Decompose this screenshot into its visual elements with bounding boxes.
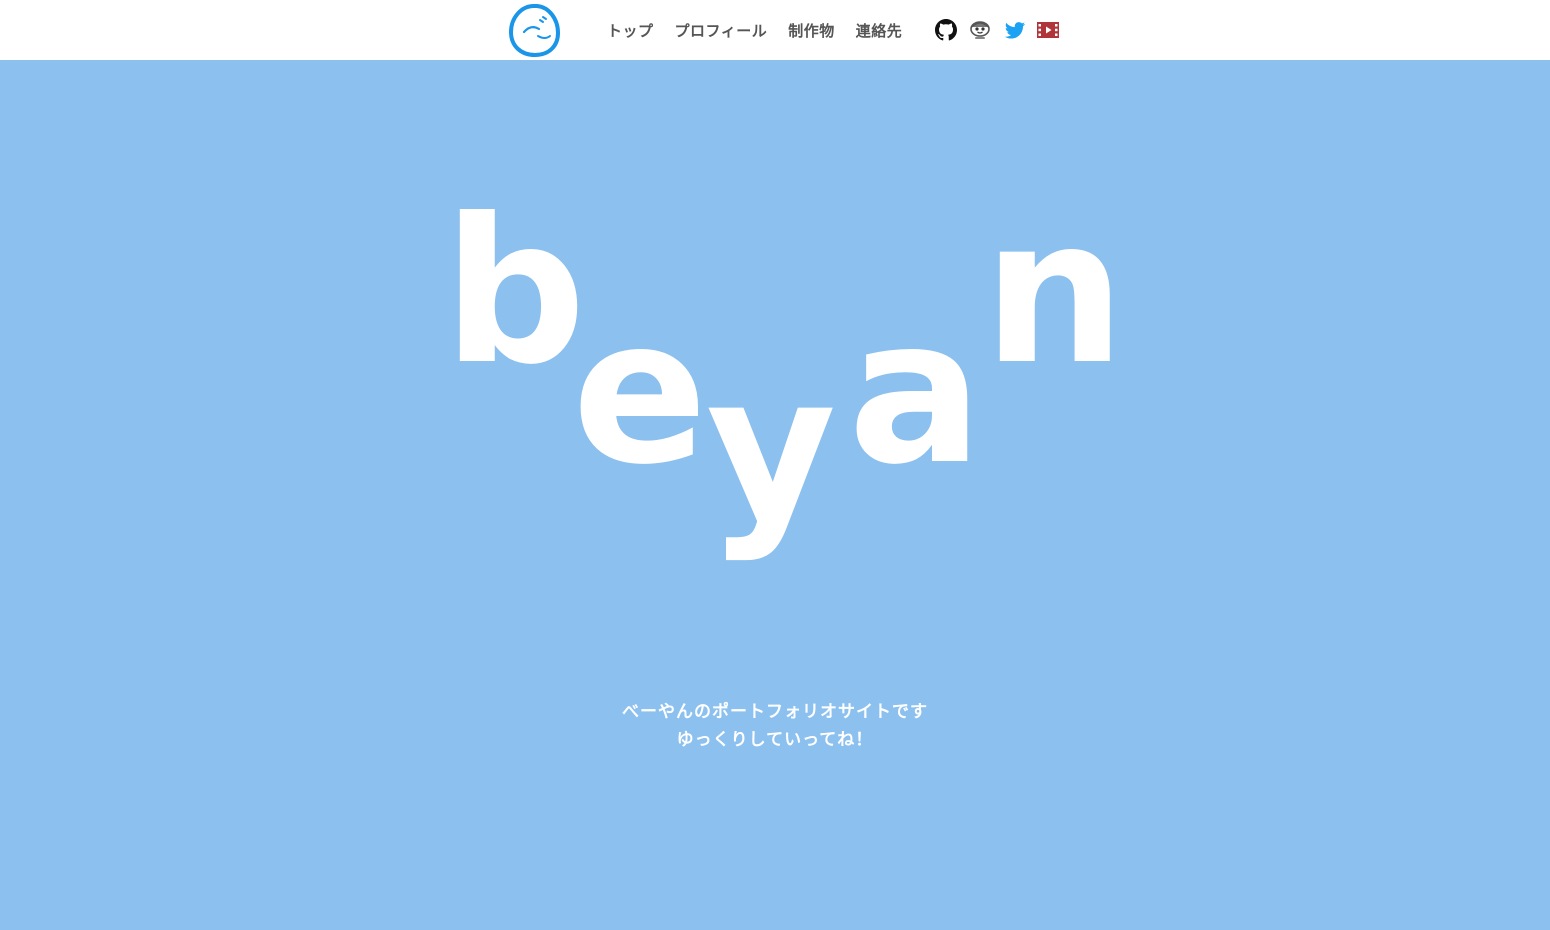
github-link[interactable] (935, 18, 957, 42)
tagline: べーやんのポートフォリオサイトです ゆっくりしていってね！ (0, 698, 1550, 754)
hero-letter-e: e (572, 276, 708, 509)
nav-top[interactable]: トップ (607, 20, 654, 41)
nav-contact[interactable]: 連絡先 (856, 20, 903, 41)
face-logo-icon[interactable] (507, 2, 563, 58)
twitter-link[interactable] (1004, 18, 1026, 42)
video-link[interactable] (1037, 18, 1059, 42)
mascot-icon (970, 21, 990, 39)
hero-letter-n: n (983, 176, 1126, 409)
hero-letter-y: y (706, 332, 837, 565)
main-nav: トップ プロフィール 制作物 連絡先 (607, 19, 902, 41)
twitter-icon (1004, 22, 1026, 39)
nav-works[interactable]: 制作物 (788, 20, 835, 41)
tagline-line-1: べーやんのポートフォリオサイトです (622, 702, 928, 722)
github-icon (935, 19, 957, 41)
hero-letter-b: b (443, 176, 587, 409)
nav-profile[interactable]: プロフィール (675, 20, 768, 41)
video-icon (1037, 22, 1059, 38)
site-header: トップ プロフィール 制作物 連絡先 (0, 0, 1550, 60)
mascot-link[interactable] (968, 18, 992, 42)
hero-letter-a: a (848, 276, 983, 509)
tagline-line-2: ゆっくりしていってね！ (676, 730, 874, 750)
